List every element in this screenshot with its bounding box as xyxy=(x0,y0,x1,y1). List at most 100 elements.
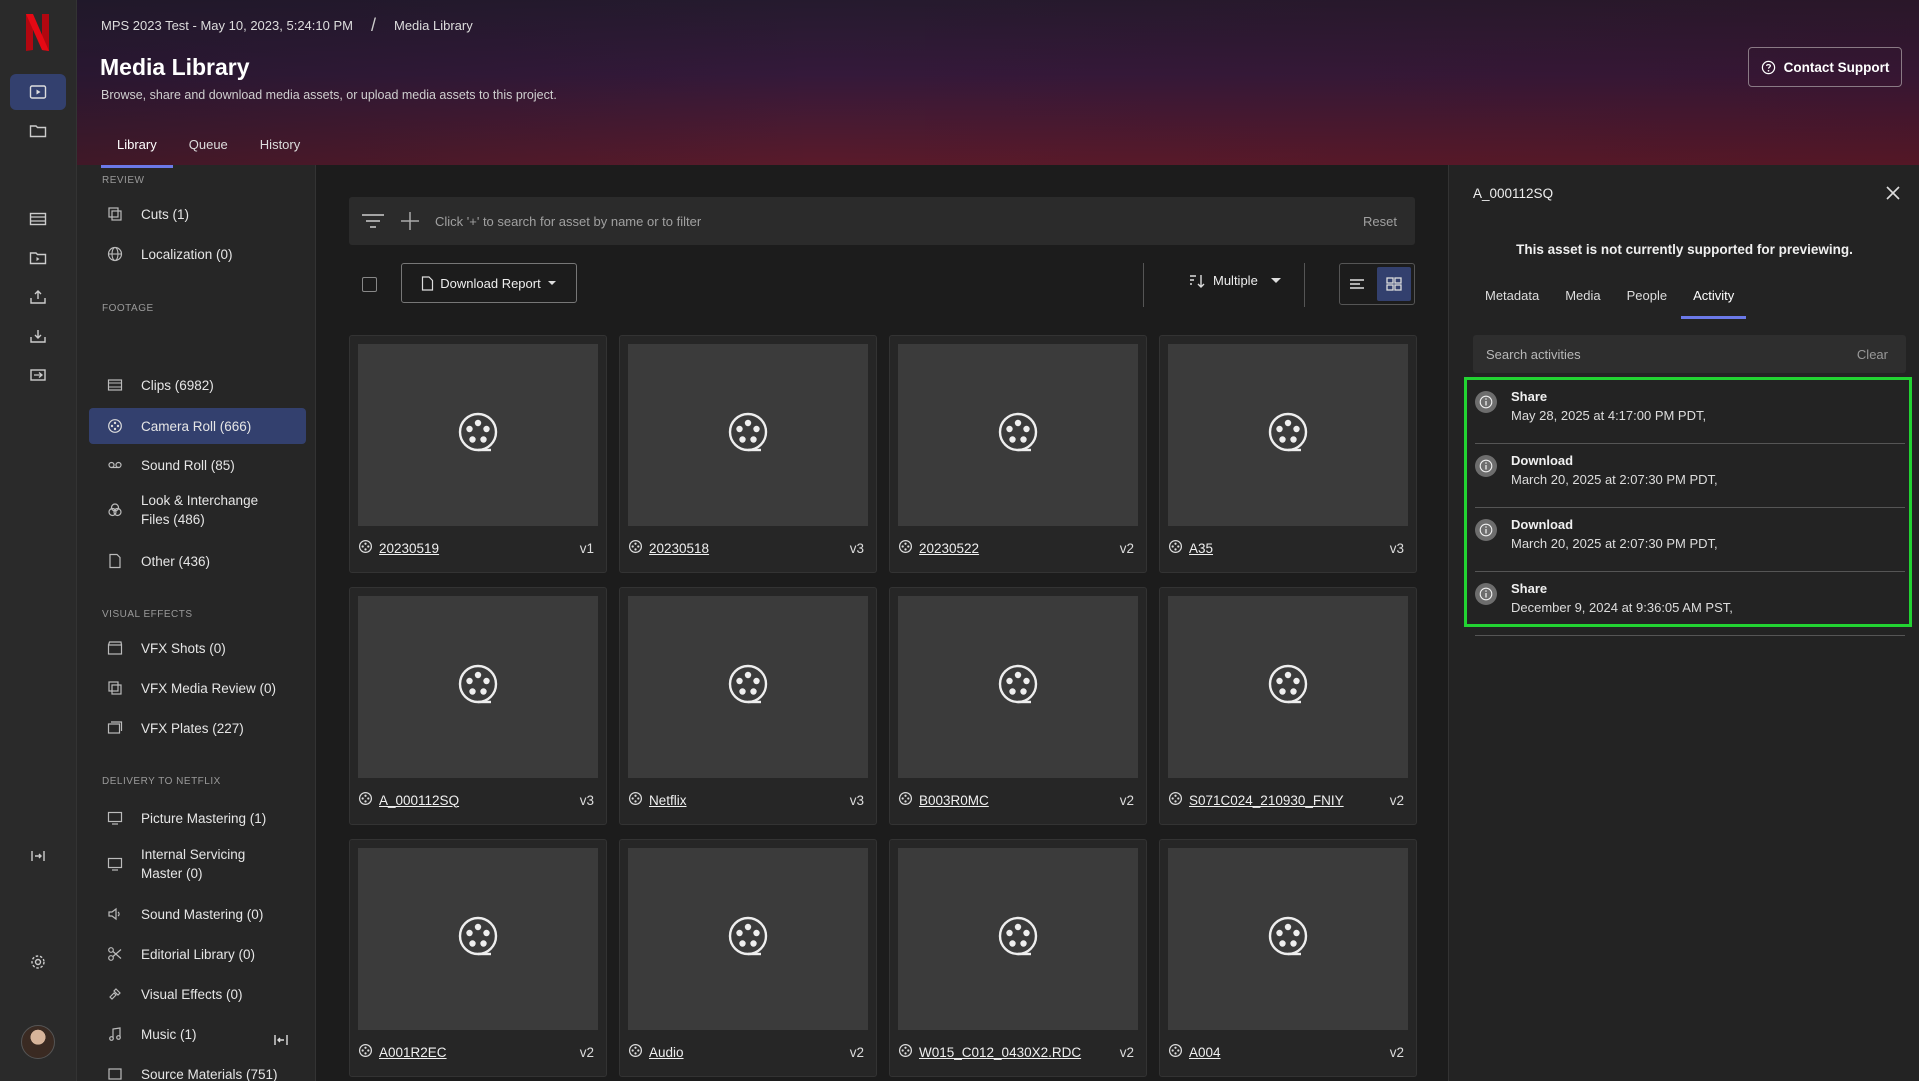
rail-media-library-button[interactable] xyxy=(10,74,66,110)
tab-metadata[interactable]: Metadata xyxy=(1473,280,1551,319)
asset-card[interactable]: W015_C012_0430X2.RDC v2 xyxy=(889,839,1147,1077)
asset-filter-bar: Click '+' to search for asset by name or… xyxy=(349,197,1415,245)
netflix-logo-icon[interactable] xyxy=(24,12,51,52)
tab-activity[interactable]: Activity xyxy=(1681,280,1747,319)
contact-support-button[interactable]: Contact Support xyxy=(1748,47,1902,87)
rail-folder-button[interactable] xyxy=(10,113,66,149)
asset-name-link[interactable]: A_000112SQ xyxy=(379,793,580,808)
tab-library[interactable]: Library xyxy=(101,131,173,168)
rail-clips-button[interactable] xyxy=(10,201,66,237)
page-title: Media Library xyxy=(100,54,250,80)
activity-item[interactable]: Download March 20, 2025 at 2:07:30 PM PD… xyxy=(1475,444,1905,508)
activity-item[interactable]: Share December 9, 2024 at 9:36:05 AM PST… xyxy=(1475,572,1905,636)
asset-card[interactable]: B003R0MC v2 xyxy=(889,587,1147,825)
info-icon xyxy=(1475,455,1497,477)
activity-search-input[interactable]: Search activities Clear xyxy=(1473,335,1906,373)
sidebar-item-visual-effects[interactable]: Visual Effects (0) xyxy=(89,978,306,1010)
sort-dropdown[interactable]: Multiple xyxy=(1189,273,1282,288)
sidebar-item-editorial-library[interactable]: Editorial Library (0) xyxy=(89,938,306,970)
download-report-button[interactable]: Download Report xyxy=(401,263,577,303)
asset-name-link[interactable]: B003R0MC xyxy=(919,793,1120,808)
sidebar-item-vfx-plates[interactable]: VFX Plates (227) xyxy=(89,712,306,744)
asset-thumbnail[interactable] xyxy=(898,596,1138,778)
sidebar-item-sound-roll[interactable]: Sound Roll (85) xyxy=(89,449,306,481)
asset-card[interactable]: 20230519 v1 xyxy=(349,335,607,573)
asset-card[interactable]: 20230518 v3 xyxy=(619,335,877,573)
asset-thumbnail[interactable] xyxy=(1168,848,1408,1030)
tab-media[interactable]: Media xyxy=(1553,280,1612,319)
asset-card[interactable]: Audio v2 xyxy=(619,839,877,1077)
camera-roll-icon xyxy=(898,791,913,809)
tab-people[interactable]: People xyxy=(1615,280,1679,319)
select-all-checkbox[interactable] xyxy=(362,277,377,292)
asset-card[interactable]: A35 v3 xyxy=(1159,335,1417,573)
asset-thumbnail[interactable] xyxy=(358,344,598,526)
close-icon[interactable] xyxy=(1885,185,1901,201)
sidebar-item-picture-mastering[interactable]: Picture Mastering (1) xyxy=(89,802,306,834)
reset-filter-button[interactable]: Reset xyxy=(1363,214,1397,229)
rail-expand-button[interactable] xyxy=(10,838,66,874)
sidebar-item-clips[interactable]: Clips (6982) xyxy=(89,369,306,401)
sidebar-item-look-interchange[interactable]: Look & Interchange Files (486) xyxy=(89,487,306,533)
rail-media-folder-button[interactable] xyxy=(10,240,66,276)
sidebar-item-label: VFX Plates (227) xyxy=(141,720,244,736)
rail-settings-button[interactable] xyxy=(10,944,66,980)
asset-card[interactable]: 20230522 v2 xyxy=(889,335,1147,573)
asset-card[interactable]: S071C024_210930_FNIY v2 xyxy=(1159,587,1417,825)
sidebar-item-camera-roll[interactable]: Camera Roll (666) xyxy=(89,408,306,444)
list-view-button[interactable] xyxy=(1340,264,1374,304)
add-filter-icon[interactable] xyxy=(399,210,421,232)
asset-thumbnail[interactable] xyxy=(358,848,598,1030)
asset-card[interactable]: Netflix v3 xyxy=(619,587,877,825)
download-report-label: Download Report xyxy=(440,275,541,291)
asset-name-link[interactable]: S071C024_210930_FNIY xyxy=(1189,793,1390,808)
rail-upload-button[interactable] xyxy=(10,279,66,315)
activity-item[interactable]: Share May 28, 2025 at 4:17:00 PM PDT, xyxy=(1475,380,1905,444)
asset-thumbnail[interactable] xyxy=(628,848,868,1030)
grid-view-button[interactable] xyxy=(1377,267,1411,301)
asset-thumbnail[interactable] xyxy=(628,596,868,778)
sidebar-item-localization[interactable]: Localization (0) xyxy=(89,238,306,270)
sidebar-item-internal-servicing[interactable]: Internal Servicing Master (0) xyxy=(89,841,306,887)
asset-name-link[interactable]: 20230519 xyxy=(379,541,580,556)
asset-thumbnail[interactable] xyxy=(898,344,1138,526)
asset-name-link[interactable]: A004 xyxy=(1189,1045,1390,1060)
asset-version: v2 xyxy=(1119,540,1134,556)
asset-card[interactable]: A_000112SQ v3 xyxy=(349,587,607,825)
asset-name-link[interactable]: Audio xyxy=(649,1045,850,1060)
collapse-sidebar-icon[interactable] xyxy=(272,1031,290,1049)
asset-card-footer: 20230519 v1 xyxy=(358,539,594,557)
filter-icon[interactable] xyxy=(361,212,385,230)
asset-card[interactable]: A004 v2 xyxy=(1159,839,1417,1077)
breadcrumb-project[interactable]: MPS 2023 Test - May 10, 2023, 5:24:10 PM xyxy=(101,18,353,33)
sidebar-item-vfx-shots[interactable]: VFX Shots (0) xyxy=(89,632,306,664)
tape-icon xyxy=(107,457,123,473)
sidebar-item-vfx-media-review[interactable]: VFX Media Review (0) xyxy=(89,672,306,704)
asset-name-link[interactable]: A35 xyxy=(1189,541,1390,556)
asset-thumbnail[interactable] xyxy=(898,848,1138,1030)
asset-thumbnail[interactable] xyxy=(628,344,868,526)
asset-name-link[interactable]: 20230518 xyxy=(649,541,850,556)
sidebar-item-other[interactable]: Other (436) xyxy=(89,545,306,577)
gear-icon xyxy=(31,955,45,969)
user-avatar[interactable] xyxy=(21,1025,55,1059)
asset-name-link[interactable]: W015_C012_0430X2.RDC xyxy=(919,1045,1120,1060)
asset-name-link[interactable]: Netflix xyxy=(649,793,850,808)
asset-card-footer: 20230518 v3 xyxy=(628,539,864,557)
sidebar-item-cuts[interactable]: Cuts (1) xyxy=(89,198,306,230)
asset-search-input[interactable]: Click '+' to search for asset by name or… xyxy=(435,214,1363,229)
rail-download-button[interactable] xyxy=(10,318,66,354)
asset-thumbnail[interactable] xyxy=(1168,344,1408,526)
sidebar-item-source-materials[interactable]: Source Materials (751) xyxy=(89,1058,306,1081)
tab-queue[interactable]: Queue xyxy=(173,131,244,168)
rail-transfer-button[interactable] xyxy=(10,357,66,393)
asset-thumbnail[interactable] xyxy=(1168,596,1408,778)
clear-activity-search-button[interactable]: Clear xyxy=(1857,347,1888,362)
activity-item[interactable]: Download March 20, 2025 at 2:07:30 PM PD… xyxy=(1475,508,1905,572)
sidebar-item-sound-mastering[interactable]: Sound Mastering (0) xyxy=(89,898,306,930)
asset-thumbnail[interactable] xyxy=(358,596,598,778)
asset-name-link[interactable]: A001R2EC xyxy=(379,1045,580,1060)
tab-history[interactable]: History xyxy=(244,131,316,168)
asset-card[interactable]: A001R2EC v2 xyxy=(349,839,607,1077)
asset-name-link[interactable]: 20230522 xyxy=(919,541,1120,556)
